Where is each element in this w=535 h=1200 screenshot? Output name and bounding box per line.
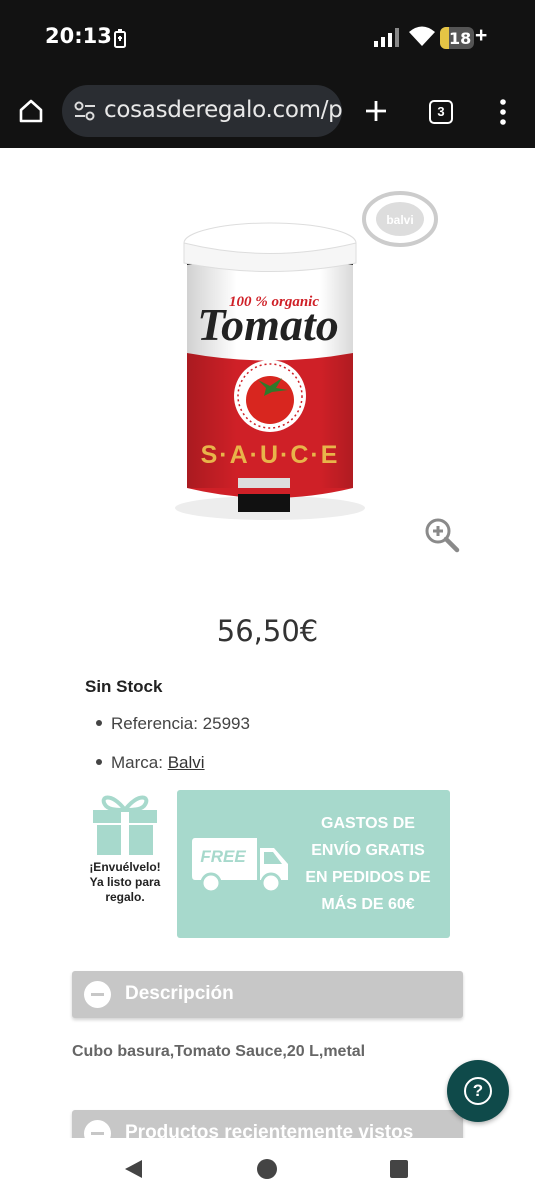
battery-saver-icon	[114, 29, 126, 48]
free-shipping-banner[interactable]: FREE GASTOS DE ENVÍO GRATIS EN PEDIDOS D…	[177, 790, 450, 938]
page-content: 100 % organic Tomato S·A·U·C·E balvi 56,…	[0, 148, 535, 1138]
tune-icon[interactable]	[74, 101, 96, 121]
bullet	[96, 719, 102, 726]
help-button[interactable]: ?	[447, 1060, 509, 1122]
brand-label: Marca:	[111, 753, 168, 772]
battery-icon: 18	[440, 27, 474, 49]
reference-text: Referencia: 25993	[111, 714, 250, 733]
shipping-line2: ENVÍO GRATIS	[311, 842, 425, 859]
question-icon: ?	[464, 1077, 492, 1105]
gift-wrap-text[interactable]: ¡Envuélvelo! Ya listo para regalo.	[82, 860, 168, 905]
url-text[interactable]: cosasderegalo.com/p	[104, 97, 342, 123]
shipping-line1: GASTOS DE	[321, 815, 415, 832]
plus-icon[interactable]	[364, 99, 388, 123]
shipping-line3: EN PEDIDOS DE	[305, 869, 431, 886]
gift-line1: ¡Envuélvelo!	[89, 860, 161, 874]
description-accordion[interactable]: Descripción	[72, 971, 463, 1018]
reference-item: Referencia: 25993	[96, 714, 250, 734]
recent-products-title: Productos recientemente vistos	[125, 1122, 414, 1138]
bullet	[96, 758, 102, 765]
shipping-line4: MÁS DE 60€	[321, 896, 415, 913]
brand-link[interactable]: Balvi	[168, 753, 205, 772]
home-icon[interactable]	[18, 98, 44, 124]
more-vert-icon[interactable]	[497, 98, 509, 126]
charging-plus-icon: +	[475, 24, 488, 47]
recent-products-accordion[interactable]: Productos recientemente vistos	[72, 1110, 463, 1138]
collapse-icon[interactable]	[84, 1120, 111, 1138]
collapse-icon[interactable]	[84, 981, 111, 1008]
address-bar[interactable]: cosasderegalo.com/p	[62, 85, 342, 137]
home-nav-icon[interactable]	[256, 1158, 278, 1180]
product-price: 56,50€	[216, 614, 319, 648]
gift-line3: regalo.	[105, 890, 145, 904]
clock: 20:13	[45, 24, 112, 48]
status-bar: 20:13 18 +	[0, 0, 535, 78]
can-bottom-label: S·A·U·C·E	[201, 441, 340, 469]
truck-free-label: FREE	[200, 847, 246, 866]
gift-icon[interactable]	[92, 790, 158, 856]
recents-icon[interactable]	[389, 1159, 409, 1179]
browser-toolbar: cosasderegalo.com/p 3	[0, 78, 535, 148]
brand-logo: balvi	[362, 191, 438, 247]
shipping-text: GASTOS DE ENVÍO GRATIS EN PEDIDOS DE MÁS…	[293, 810, 443, 918]
tab-switcher-button[interactable]: 3	[429, 100, 453, 124]
zoom-in-icon[interactable]	[424, 517, 460, 553]
description-title: Descripción	[125, 983, 234, 1004]
delivery-truck-icon: FREE	[192, 838, 288, 894]
stock-status: Sin Stock	[85, 677, 163, 696]
signal-icon	[374, 28, 399, 47]
brand-logo-text: balvi	[386, 213, 413, 227]
product-image[interactable]: 100 % organic Tomato S·A·U·C·E	[170, 208, 370, 528]
tab-count: 3	[437, 104, 445, 119]
gift-line2: Ya listo para	[89, 875, 161, 889]
system-nav-bar	[0, 1138, 535, 1200]
description-text: Cubo basura,Tomato Sauce,20 L,metal	[72, 1043, 366, 1060]
wifi-icon	[409, 26, 435, 46]
battery-level: 18	[449, 29, 472, 48]
brand-item: Marca: Balvi	[96, 753, 205, 773]
can-name-label: Tomato	[197, 299, 338, 350]
back-icon[interactable]	[122, 1158, 144, 1180]
